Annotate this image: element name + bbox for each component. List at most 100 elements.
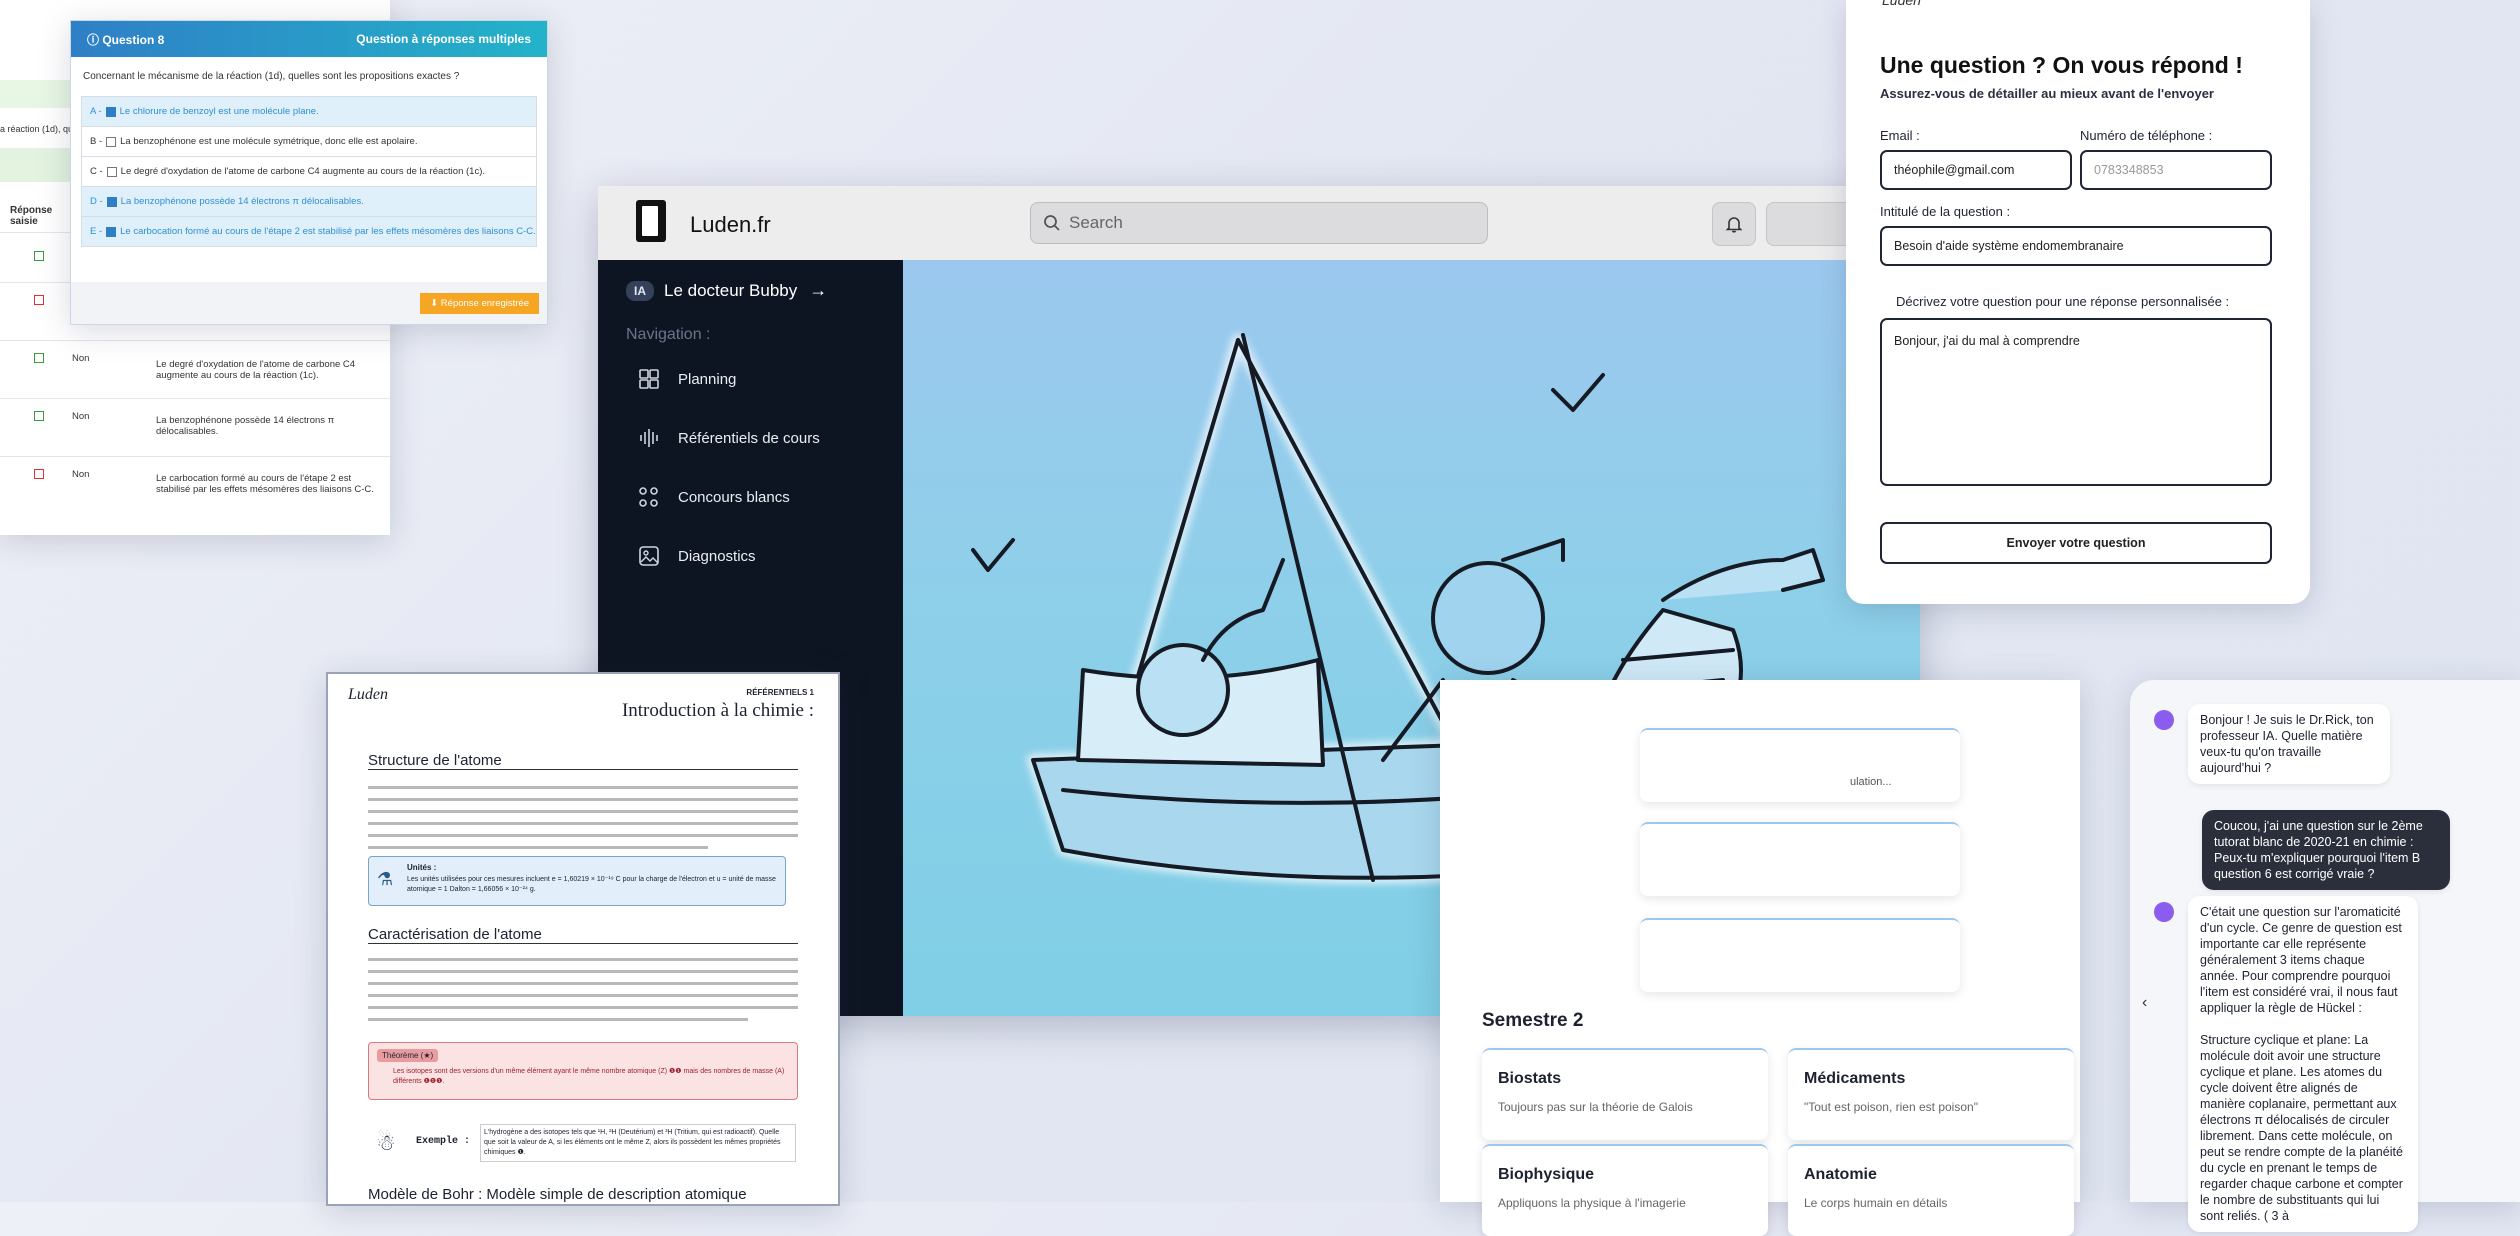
description-textarea[interactable]: Bonjour, j'ai du mal à comprendre	[1880, 318, 2272, 486]
course-name: Biophysique	[1498, 1166, 1595, 1183]
course-desc: Appliquons la physique à l'imagerie	[1498, 1196, 1686, 1210]
option-d[interactable]: D - La benzophénone possède 14 électrons …	[81, 187, 537, 217]
units-box: ⚗ Unités : Les unités utilisées pour ces…	[368, 856, 786, 906]
question-text: Concernant le mécanisme de la réaction (…	[83, 71, 460, 82]
sidebar-item-concours[interactable]: Concours blancs	[638, 486, 790, 508]
person-icon: ☃	[376, 1130, 396, 1155]
course-card[interactable]: ulation...	[1640, 728, 1960, 802]
option-b[interactable]: B - La benzophénone est une molécule symé…	[81, 127, 537, 157]
option-letter: A -	[90, 106, 102, 117]
option-c[interactable]: C - Le degré d'oxydation de l'atome de ca…	[81, 157, 537, 187]
quiz-header: ⓘ Question 8 Question à réponses multipl…	[71, 21, 547, 57]
collapse-chevron-icon[interactable]: ‹	[2142, 994, 2147, 1012]
doc-logo: Luden	[348, 686, 388, 703]
theorem-title: Théorème (★)	[377, 1049, 439, 1062]
table-left-strip	[0, 80, 70, 108]
course-desc: Toujours pas sur la théorie de Galois	[1498, 1100, 1693, 1114]
saved-answer-label: Réponse enregistrée	[440, 298, 529, 309]
table-row: Non La benzophénone possède 14 électrons…	[0, 398, 390, 455]
example-label: Exemple :	[416, 1136, 471, 1147]
course-desc: "Tout est poison, rien est poison"	[1804, 1100, 1978, 1114]
arrow-right-icon: →	[809, 280, 828, 300]
phone-value: 0783348853	[2094, 163, 2164, 177]
sidebar-item-planning[interactable]: Planning	[638, 368, 736, 390]
course-card[interactable]	[1640, 918, 1960, 992]
question-number: ⓘ Question 8	[87, 32, 165, 47]
checkbox[interactable]	[105, 106, 116, 117]
course-name: Biostats	[1498, 1070, 1562, 1087]
checkbox[interactable]	[106, 196, 117, 207]
theorem-text: Les isotopes sont des versions d'un même…	[393, 1068, 785, 1085]
cross-icon	[34, 295, 44, 305]
sidebar-item-label: Diagnostics	[678, 547, 756, 565]
question-type: Question à réponses multiples	[356, 32, 531, 46]
semestre-title: Semestre 2	[1482, 1010, 1584, 1031]
check-icon	[34, 353, 44, 363]
sidebar-item-diagnostics[interactable]: Diagnostics	[638, 545, 756, 567]
email-value: théophile@gmail.com	[1894, 163, 2015, 177]
sidebar-item-label: Planning	[678, 370, 737, 388]
option-text: Le carbocation formé au cours de l'étape…	[120, 226, 536, 237]
option-text: Le chlorure de benzoyl est une molécule …	[119, 106, 319, 117]
table-row: Non Le degré d'oxydation de l'atome de c…	[0, 340, 390, 397]
course-document: Luden RÉFÉRENTIELS 1 Introduction à la c…	[326, 672, 840, 1206]
description-label: Décrivez votre question pour une réponse…	[1896, 294, 2230, 309]
bot-reply-paragraph: Structure cyclique et plane: La molécule…	[2200, 1033, 2403, 1223]
submit-button[interactable]: Envoyer votre question	[1880, 522, 2272, 564]
checkbox[interactable]	[106, 166, 117, 177]
subject-value: Besoin d'aide système endomembranaire	[1894, 239, 2124, 253]
bot-avatar-icon	[2154, 902, 2174, 922]
bot-avatar-icon	[2154, 710, 2174, 730]
section-heading: Caractérisation de l'atome	[368, 926, 798, 944]
option-letter: B -	[90, 136, 103, 147]
option-letter: D -	[90, 196, 103, 207]
answer-value: Non	[72, 469, 90, 480]
email-label: Email :	[1880, 128, 1920, 143]
doc-title: Introduction à la chimie :	[621, 700, 814, 721]
nav-title: Navigation :	[626, 326, 711, 343]
nodes-icon	[639, 487, 658, 507]
form-title: Une question ? On vous répond !	[1880, 52, 2243, 78]
option-a[interactable]: A - Le chlorure de benzoyl est une molécu…	[81, 96, 537, 127]
course-card-medicaments[interactable]: Médicaments "Tout est poison, rien est p…	[1788, 1048, 2074, 1140]
bell-icon	[1725, 217, 1743, 233]
form-logo: Luden	[1882, 0, 1921, 8]
search-input[interactable]: Search	[1030, 202, 1488, 244]
checkbox[interactable]	[106, 136, 117, 147]
phone-field[interactable]: 0783348853	[2080, 150, 2272, 190]
course-card[interactable]	[1640, 822, 1960, 896]
notifications-button[interactable]	[1712, 202, 1756, 246]
quiz-footer: ⬇ Réponse enregistrée	[71, 282, 547, 324]
assistant-link[interactable]: IA Le docteur Bubby →	[626, 280, 827, 301]
table-row: Non Le carbocation formé au cours de l'é…	[0, 456, 390, 519]
checkbox[interactable]	[106, 226, 117, 237]
email-field[interactable]: théophile@gmail.com	[1880, 150, 2072, 190]
submit-label: Envoyer votre question	[2006, 536, 2146, 550]
course-card-biostats[interactable]: Biostats Toujours pas sur la théorie de …	[1482, 1048, 1768, 1140]
flask-icon: ⚗	[377, 869, 394, 889]
table-green-strip	[0, 148, 70, 182]
check-icon	[34, 411, 44, 421]
answer-value: Non	[72, 411, 90, 422]
course-card-biophysique[interactable]: Biophysique Appliquons la physique à l'i…	[1482, 1144, 1768, 1236]
saved-answer-button[interactable]: ⬇ Réponse enregistrée	[420, 293, 539, 314]
waveform-icon	[640, 429, 658, 447]
course-desc: Le corps humain en détails	[1804, 1196, 1948, 1210]
units-text: Les unités utilisées pour ces mesures in…	[407, 876, 776, 893]
row-text: Le degré d'oxydation de l'atome de carbo…	[156, 359, 356, 381]
courses-panel: ulation... Semestre 2 Biostats Toujours …	[1440, 680, 2080, 1236]
theorem-box: Théorème (★) Les isotopes sont des versi…	[368, 1042, 798, 1100]
option-text: La benzophénone est une molécule symétri…	[120, 136, 418, 147]
course-name: Médicaments	[1804, 1070, 1906, 1087]
top-bar: Luden.fr Search	[598, 186, 1920, 261]
question-fragment: a réaction (1d), quel	[0, 124, 81, 134]
sidebar-item-referentiels[interactable]: Référentiels de cours	[638, 427, 820, 449]
course-card-anatomie[interactable]: Anatomie Le corps humain en détails	[1788, 1144, 2074, 1236]
cross-icon	[34, 469, 44, 479]
sidebar-item-label: Référentiels de cours	[678, 429, 820, 447]
subject-field[interactable]: Besoin d'aide système endomembranaire	[1880, 226, 2272, 266]
row-text: La benzophénone possède 14 électrons π d…	[156, 415, 335, 437]
section-heading: Modèle de Bohr : Modèle simple de descri…	[368, 1186, 747, 1203]
option-e[interactable]: E - Le carbocation formé au cours de l'ét…	[81, 217, 537, 247]
search-placeholder: Search	[1069, 213, 1123, 232]
